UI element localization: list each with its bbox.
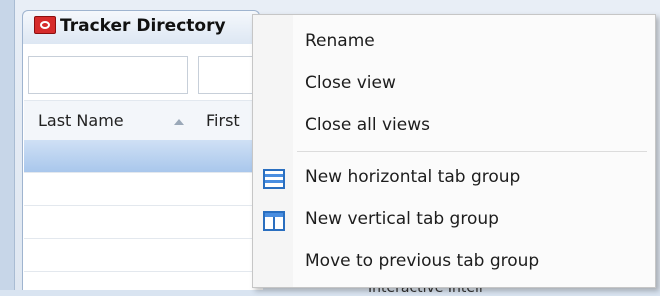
last-name-filter-input[interactable] xyxy=(28,56,188,94)
grid-header: Last Name First xyxy=(24,100,262,142)
menu-item-move-to-previous-tab-group[interactable]: Move to previous tab group xyxy=(253,241,655,281)
menu-item-new-horizontal-tab-group[interactable]: New horizontal tab group xyxy=(253,157,655,197)
menu-separator xyxy=(297,151,647,152)
horizontal-tab-group-icon xyxy=(263,169,285,189)
menu-item-label: Close view xyxy=(305,73,396,93)
tracker-app-icon xyxy=(34,16,56,34)
table-row[interactable] xyxy=(24,206,262,239)
menu-item-close-view[interactable]: Close view xyxy=(253,63,655,103)
context-menu: Rename Close view Close all views New ho… xyxy=(252,14,656,288)
menu-item-label: New vertical tab group xyxy=(305,209,499,229)
menu-item-label: Close all views xyxy=(305,115,430,135)
column-header-last-name[interactable]: Last Name xyxy=(38,111,124,130)
menu-item-label: Rename xyxy=(305,31,375,51)
table-row[interactable] xyxy=(24,140,262,173)
table-row[interactable] xyxy=(24,173,262,206)
menu-item-label: New horizontal tab group xyxy=(305,167,521,187)
sort-ascending-icon xyxy=(174,119,184,125)
window-left-edge xyxy=(0,0,15,290)
menu-item-new-vertical-tab-group[interactable]: New vertical tab group xyxy=(253,199,655,239)
table-row[interactable] xyxy=(24,239,262,272)
tab-title: Tracker Directory xyxy=(60,16,226,36)
column-header-first[interactable]: First xyxy=(206,111,240,130)
menu-item-rename[interactable]: Rename xyxy=(253,21,655,61)
vertical-tab-group-icon xyxy=(263,211,285,231)
filter-row xyxy=(28,56,264,94)
menu-item-close-all-views[interactable]: Close all views xyxy=(253,105,655,145)
menu-item-label: Move to previous tab group xyxy=(305,251,540,271)
